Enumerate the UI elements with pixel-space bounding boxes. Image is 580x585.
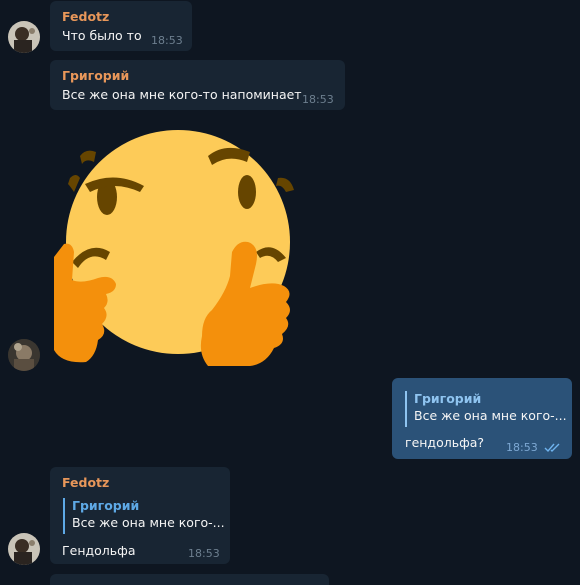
message-time: 18:53 <box>188 547 220 560</box>
reply-text: Все же она мне кого-... <box>72 515 225 530</box>
reply-quote[interactable]: Григорий Все же она мне кого-... <box>63 498 225 534</box>
message-text: гендольфа? <box>405 435 485 450</box>
thinking-face-sticker[interactable] <box>50 112 300 374</box>
avatar-grigoriy[interactable] <box>8 339 40 371</box>
outgoing-message-bubble[interactable]: Григорий Все же она мне кого-... гендоль… <box>392 378 572 459</box>
sender-name[interactable]: Fedotz <box>62 475 109 490</box>
reply-sender-name: Григорий <box>72 498 140 513</box>
sender-name[interactable]: Fedotz <box>62 9 109 24</box>
message-time: 18:53 <box>151 34 183 47</box>
chat-area: Fedotz Что было то 18:53 Григорий Все же… <box>0 0 580 585</box>
message-bubble-partial[interactable] <box>50 574 329 585</box>
reply-quote[interactable]: Григорий Все же она мне кого-... <box>405 391 567 427</box>
reply-text: Все же она мне кого-... <box>414 408 567 423</box>
double-check-icon <box>544 443 560 453</box>
message-text: Что было то <box>62 28 142 43</box>
reply-sender-name: Григорий <box>414 391 482 406</box>
message-bubble[interactable]: Fedotz Что было то 18:53 <box>50 1 192 51</box>
message-time: 18:53 <box>302 93 334 106</box>
avatar-fedotz[interactable] <box>8 533 40 565</box>
message-text: Гендольфа <box>62 543 136 558</box>
message-bubble[interactable]: Fedotz Григорий Все же она мне кого-... … <box>50 467 230 564</box>
sender-name[interactable]: Григорий <box>62 68 129 83</box>
message-text: Все же она мне кого-то напоминает <box>62 87 302 102</box>
message-time: 18:53 <box>506 441 538 454</box>
message-bubble[interactable]: Григорий Все же она мне кого-то напомина… <box>50 60 345 110</box>
avatar-fedotz[interactable] <box>8 21 40 53</box>
